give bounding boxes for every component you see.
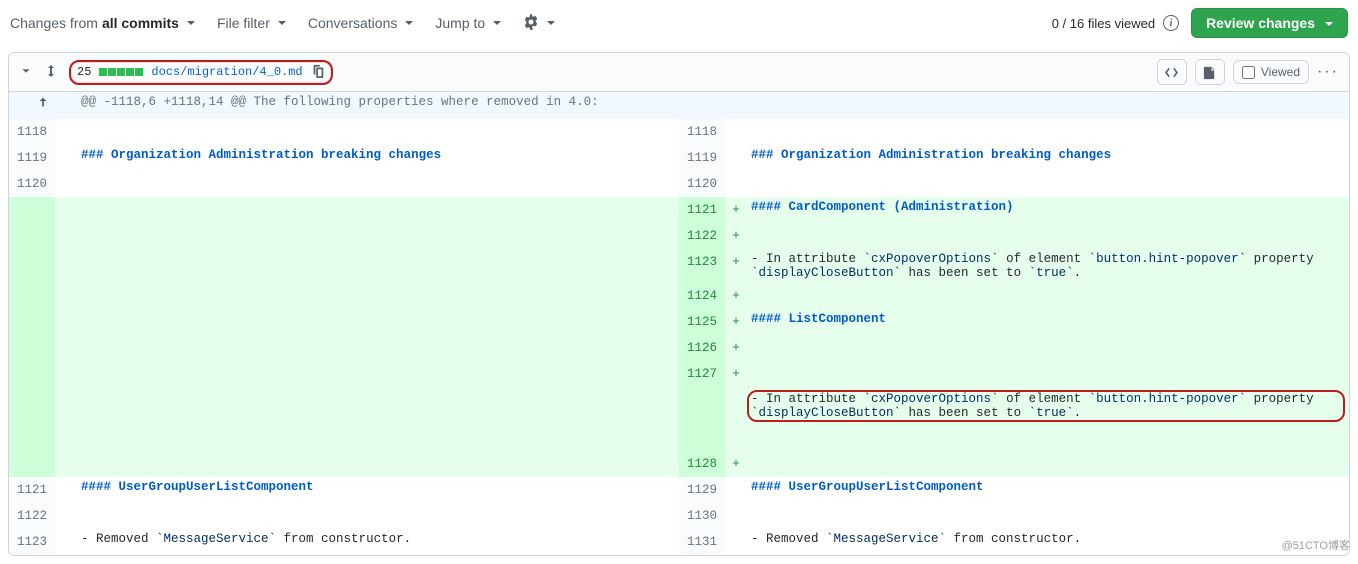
plus-marker: + bbox=[725, 361, 747, 451]
diff-row: 1119 ### Organization Administration bre… bbox=[9, 145, 1349, 171]
diff-table: @@ -1118,6 +1118,14 @@ The following pro… bbox=[9, 92, 1349, 555]
review-changes-button[interactable]: Review changes bbox=[1191, 8, 1348, 38]
collapse-file-button[interactable] bbox=[19, 64, 33, 81]
line-number-left[interactable]: 1118 bbox=[9, 119, 55, 145]
code-cell-highlighted: - In attribute `cxPopoverOptions` of ele… bbox=[747, 361, 1349, 451]
changes-from-value: all commits bbox=[102, 15, 179, 31]
code-cell: - Removed `MessageService` from construc… bbox=[747, 529, 1349, 555]
viewed-checkbox[interactable] bbox=[1242, 66, 1255, 79]
diff-row-added: 1126 + bbox=[9, 335, 1349, 361]
view-source-button[interactable] bbox=[1157, 59, 1187, 85]
diff-row: 1123 - Removed `MessageService` from con… bbox=[9, 529, 1349, 555]
viewed-label: Viewed bbox=[1261, 65, 1300, 79]
diff-row-added: 1121 + #### CardComponent (Administratio… bbox=[9, 197, 1349, 223]
diff-settings-menu[interactable] bbox=[523, 14, 555, 33]
jump-to-menu[interactable]: Jump to bbox=[435, 15, 501, 31]
line-number-left[interactable]: 1119 bbox=[9, 145, 55, 171]
files-viewed-text: 0 / 16 files viewed bbox=[1052, 16, 1155, 31]
line-number-left[interactable]: 1120 bbox=[9, 171, 55, 197]
plus-marker: + bbox=[725, 335, 747, 361]
hunk-header-text: @@ -1118,6 +1118,14 @@ The following pro… bbox=[77, 92, 1349, 119]
view-rendered-button[interactable] bbox=[1195, 59, 1225, 85]
diff-row-added: 1127 + - In attribute `cxPopoverOptions`… bbox=[9, 361, 1349, 451]
line-number-right[interactable]: 1118 bbox=[679, 119, 725, 145]
plus-marker: + bbox=[725, 283, 747, 309]
diff-row: 1122 1130 bbox=[9, 503, 1349, 529]
viewed-toggle[interactable]: Viewed bbox=[1233, 60, 1309, 84]
plus-marker: + bbox=[725, 309, 747, 335]
file-more-menu[interactable]: ··· bbox=[1317, 63, 1339, 81]
file-filter-menu[interactable]: File filter bbox=[217, 15, 286, 31]
line-number-right[interactable]: 1122 bbox=[679, 223, 725, 249]
diff-row-added: 1125 + #### ListComponent bbox=[9, 309, 1349, 335]
code-cell: #### ListComponent bbox=[747, 309, 1349, 335]
diff-row-added: 1124 + bbox=[9, 283, 1349, 309]
pr-diff-toolbar: Changes from all commits File filter Con… bbox=[0, 0, 1358, 52]
chevron-down-icon bbox=[1321, 15, 1333, 31]
diff-row-added: 1122 + bbox=[9, 223, 1349, 249]
line-number-left[interactable]: 1123 bbox=[9, 529, 55, 555]
changes-from-prefix: Changes from bbox=[10, 15, 98, 31]
files-viewed-status: 0 / 16 files viewed i bbox=[1052, 15, 1179, 31]
plus-marker: + bbox=[725, 249, 747, 283]
info-icon[interactable]: i bbox=[1163, 15, 1179, 31]
hunk-header-row: @@ -1118,6 +1118,14 @@ The following pro… bbox=[9, 92, 1349, 119]
line-number-right[interactable]: 1129 bbox=[679, 477, 725, 503]
expand-all-button[interactable] bbox=[43, 63, 59, 82]
line-number-right[interactable]: 1123 bbox=[679, 249, 725, 283]
code-cell: #### UserGroupUserListComponent bbox=[77, 477, 679, 503]
plus-marker: + bbox=[725, 451, 747, 477]
line-number-right[interactable]: 1127 bbox=[679, 361, 725, 451]
code-cell: #### UserGroupUserListComponent bbox=[747, 477, 1349, 503]
line-number-right[interactable]: 1125 bbox=[679, 309, 725, 335]
conversations-menu[interactable]: Conversations bbox=[308, 15, 414, 31]
diff-row: 1120 1120 bbox=[9, 171, 1349, 197]
file-path-link[interactable]: docs/migration/4_0.md bbox=[151, 65, 302, 79]
diff-stat-bars bbox=[99, 68, 143, 76]
line-number-right[interactable]: 1119 bbox=[679, 145, 725, 171]
line-number-left[interactable]: 1122 bbox=[9, 503, 55, 529]
file-diff: 25 docs/migration/4_0.md Viewed ··· bbox=[8, 52, 1350, 556]
line-number-right[interactable]: 1128 bbox=[679, 451, 725, 477]
diff-row: 1121 #### UserGroupUserListComponent 112… bbox=[9, 477, 1349, 503]
plus-marker: + bbox=[725, 223, 747, 249]
code-cell: ### Organization Administration breaking… bbox=[77, 145, 679, 171]
file-summary-highlight: 25 docs/migration/4_0.md bbox=[69, 60, 333, 85]
code-cell: ### Organization Administration breaking… bbox=[747, 145, 1349, 171]
line-number-right[interactable]: 1126 bbox=[679, 335, 725, 361]
diff-row-added: 1123 + - In attribute `cxPopoverOptions`… bbox=[9, 249, 1349, 283]
copy-path-button[interactable] bbox=[311, 64, 325, 81]
line-number-right[interactable]: 1131 bbox=[679, 529, 725, 555]
diff-row-added: 1128 + bbox=[9, 451, 1349, 477]
line-number-right[interactable]: 1121 bbox=[679, 197, 725, 223]
review-changes-label: Review changes bbox=[1206, 15, 1315, 31]
line-number-right[interactable]: 1130 bbox=[679, 503, 725, 529]
line-number-right[interactable]: 1120 bbox=[679, 171, 725, 197]
expand-up-button[interactable] bbox=[9, 92, 77, 119]
file-header: 25 docs/migration/4_0.md Viewed ··· bbox=[9, 53, 1349, 92]
code-cell: #### CardComponent (Administration) bbox=[747, 197, 1349, 223]
diff-line-count: 25 bbox=[77, 65, 91, 79]
line-number-left[interactable]: 1121 bbox=[9, 477, 55, 503]
diff-row: 1118 1118 bbox=[9, 119, 1349, 145]
plus-marker: + bbox=[725, 197, 747, 223]
line-number-right[interactable]: 1124 bbox=[679, 283, 725, 309]
changes-from-menu[interactable]: Changes from all commits bbox=[10, 15, 195, 31]
code-cell: - Removed `MessageService` from construc… bbox=[77, 529, 679, 555]
code-cell: - In attribute `cxPopoverOptions` of ele… bbox=[747, 249, 1349, 283]
gear-icon bbox=[523, 14, 539, 33]
watermark: @51CTO博客 bbox=[1282, 537, 1350, 553]
